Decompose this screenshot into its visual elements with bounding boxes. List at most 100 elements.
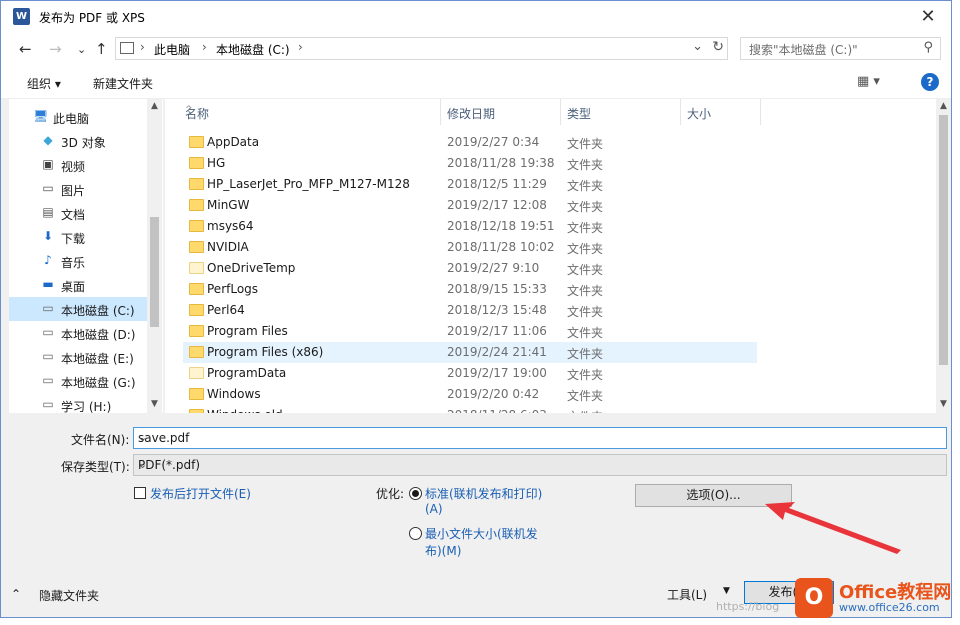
scroll-up-icon[interactable]: ▲ bbox=[147, 101, 162, 111]
file-row[interactable]: PerfLogs 2018/9/15 15:33 文件夹 bbox=[183, 279, 757, 300]
file-type: 文件夹 bbox=[567, 242, 604, 256]
back-arrow-icon[interactable]: ← bbox=[19, 40, 32, 58]
nav-scrollbar[interactable]: ▲ ▼ bbox=[147, 99, 162, 413]
new-folder-button[interactable]: 新建文件夹 bbox=[93, 75, 153, 92]
file-row[interactable]: Perl64 2018/12/3 15:48 文件夹 bbox=[183, 300, 757, 321]
close-button[interactable]: ✕ bbox=[905, 1, 951, 32]
file-list-scrollbar[interactable]: ▲ ▼ bbox=[936, 99, 951, 413]
up-arrow-icon[interactable]: ↑ bbox=[95, 40, 108, 58]
file-type: 文件夹 bbox=[567, 263, 604, 277]
view-options-icon[interactable]: ▦ ▾ bbox=[857, 74, 880, 89]
nav-item[interactable]: 🖥 此电脑 bbox=[9, 105, 149, 129]
file-name: Program Files (x86) bbox=[207, 345, 324, 359]
column-header-name[interactable]: 名称 ^ bbox=[179, 99, 441, 125]
folder-icon bbox=[189, 304, 204, 316]
breadcrumb-separator-icon[interactable]: › bbox=[298, 40, 303, 54]
drive-icon: ▭ bbox=[42, 301, 54, 315]
breadcrumb-this-pc[interactable]: 此电脑 bbox=[154, 41, 190, 58]
scroll-down-icon[interactable]: ▼ bbox=[936, 399, 951, 409]
file-row[interactable]: Windows 2019/2/20 0:42 文件夹 bbox=[183, 384, 757, 405]
column-header-type[interactable]: 类型 bbox=[561, 99, 681, 125]
file-row[interactable]: msys64 2018/12/18 19:51 文件夹 bbox=[183, 216, 757, 237]
nav-item[interactable]: ▭ 本地磁盘 (C:) bbox=[9, 297, 149, 321]
nav-item-label: 本地磁盘 (D:) bbox=[61, 328, 136, 342]
file-row[interactable]: OneDriveTemp 2019/2/27 9:10 文件夹 bbox=[183, 258, 757, 279]
file-row[interactable]: Program Files 2019/2/17 11:06 文件夹 bbox=[183, 321, 757, 342]
folder-icon bbox=[189, 241, 204, 253]
pc-icon bbox=[120, 42, 134, 54]
save-type-select[interactable]: PDF(*.pdf) ⌄ bbox=[133, 454, 947, 476]
file-type: 文件夹 bbox=[567, 368, 604, 382]
column-header-date[interactable]: 修改日期 bbox=[441, 99, 561, 125]
chevron-down-icon[interactable]: ⌄ bbox=[138, 431, 942, 444]
breadcrumb-separator-icon[interactable]: › bbox=[202, 40, 207, 54]
file-type: 文件夹 bbox=[567, 408, 603, 413]
file-row[interactable]: ProgramData 2019/2/17 19:00 文件夹 bbox=[183, 363, 757, 384]
file-type: 文件夹 bbox=[567, 221, 604, 235]
address-box[interactable]: › 此电脑 › 本地磁盘 (C:) › ⌄ ↻ bbox=[115, 37, 728, 60]
nav-item[interactable]: ◆ 3D 对象 bbox=[9, 129, 149, 153]
nav-item[interactable]: ▤ 文档 bbox=[9, 201, 149, 225]
folder-icon bbox=[189, 220, 204, 232]
nav-item[interactable]: ♪ 音乐 bbox=[9, 249, 149, 273]
command-toolbar: 组织 ▾ 新建文件夹 ▦ ▾ ? bbox=[1, 66, 951, 99]
nav-item-label: 图片 bbox=[61, 184, 86, 198]
optimize-standard-radio[interactable] bbox=[409, 487, 422, 500]
chevron-up-icon[interactable]: ⌃ bbox=[11, 587, 21, 601]
optimize-standard-label[interactable]: 标准(联机发布和打印) bbox=[425, 485, 542, 502]
open-after-publish-checkbox[interactable] bbox=[134, 487, 146, 499]
breadcrumb-drive-c[interactable]: 本地磁盘 (C:) bbox=[216, 41, 290, 58]
nav-item[interactable]: ▭ 本地磁盘 (G:) bbox=[9, 369, 149, 393]
nav-item[interactable]: ▣ 视频 bbox=[9, 153, 149, 177]
file-type: 文件夹 bbox=[567, 326, 604, 340]
cube-icon: ◆ bbox=[43, 133, 53, 147]
nav-item[interactable]: ▭ 图片 bbox=[9, 177, 149, 201]
hide-folders-button[interactable]: 隐藏文件夹 bbox=[39, 587, 99, 604]
scroll-down-icon[interactable]: ▼ bbox=[147, 399, 162, 409]
scrollbar-thumb[interactable] bbox=[939, 115, 948, 365]
tools-button[interactable]: 工具(L) bbox=[667, 586, 707, 603]
file-row[interactable]: HG 2018/11/28 19:38 文件夹 bbox=[183, 153, 757, 174]
file-name: OneDriveTemp bbox=[207, 261, 296, 275]
file-row[interactable]: HP_LaserJet_Pro_MFP_M127-M128 2018/12/5 1… bbox=[183, 174, 757, 195]
organize-button[interactable]: 组织 ▾ bbox=[27, 75, 61, 92]
optimize-standard-accesskey[interactable]: (A) bbox=[425, 502, 443, 516]
scroll-up-icon[interactable]: ▲ bbox=[936, 101, 951, 111]
address-dropdown-icon[interactable]: ⌄ bbox=[692, 39, 703, 54]
drive-icon: ▭ bbox=[42, 373, 54, 387]
file-date: 2019/2/27 9:10 bbox=[447, 261, 540, 275]
nav-item[interactable]: ▭ 本地磁盘 (D:) bbox=[9, 321, 149, 345]
file-name: HP_LaserJet_Pro_MFP_M127-M128 bbox=[207, 177, 410, 191]
filename-field[interactable]: save.pdf ⌄ bbox=[133, 427, 947, 449]
column-header-size[interactable]: 大小 bbox=[681, 99, 761, 125]
chevron-down-icon[interactable]: ⌄ bbox=[138, 458, 942, 471]
picture-icon: ▭ bbox=[42, 181, 54, 195]
nav-item[interactable]: ▭ 本地磁盘 (E:) bbox=[9, 345, 149, 369]
file-row[interactable]: Program Files (x86) 2019/2/24 21:41 文件夹 bbox=[183, 342, 757, 363]
file-row[interactable]: AppData 2019/2/27 0:34 文件夹 bbox=[183, 132, 757, 153]
search-box[interactable]: 搜索"本地磁盘 (C:)" ⚲ bbox=[740, 37, 941, 60]
scrollbar-thumb[interactable] bbox=[150, 217, 159, 327]
nav-item[interactable]: ⬇ 下载 bbox=[9, 225, 149, 249]
file-row[interactable]: MinGW 2019/2/17 12:08 文件夹 bbox=[183, 195, 757, 216]
optimize-minimum-accesskey[interactable]: 布)(M) bbox=[425, 542, 461, 559]
recent-locations-chevron-icon[interactable]: ⌄ bbox=[77, 43, 86, 56]
file-row[interactable]: Windows.old 2018/11/28 6:03 文件夹 bbox=[183, 405, 757, 413]
help-icon[interactable]: ? bbox=[921, 73, 939, 91]
file-date: 2019/2/17 11:06 bbox=[447, 324, 547, 338]
forward-arrow-icon[interactable]: → bbox=[49, 40, 62, 58]
optimize-minimum-radio[interactable] bbox=[409, 527, 422, 540]
nav-item[interactable]: ▭ 学习 (H:) bbox=[9, 393, 149, 413]
breadcrumb-separator-icon[interactable]: › bbox=[140, 40, 145, 54]
video-icon: ▣ bbox=[42, 157, 54, 171]
file-row[interactable]: NVIDIA 2018/11/28 10:02 文件夹 bbox=[183, 237, 757, 258]
file-type: 文件夹 bbox=[567, 389, 604, 403]
file-type: 文件夹 bbox=[567, 158, 604, 172]
tools-dropdown-icon[interactable]: ▼ bbox=[723, 586, 730, 596]
nav-item-label: 音乐 bbox=[61, 256, 86, 270]
refresh-icon[interactable]: ↻ bbox=[712, 39, 724, 55]
nav-item[interactable]: ▬ 桌面 bbox=[9, 273, 149, 297]
file-date: 2018/11/28 10:02 bbox=[447, 240, 555, 254]
optimize-minimum-label[interactable]: 最小文件大小(联机发 bbox=[425, 525, 538, 542]
open-after-publish-label[interactable]: 发布后打开文件(E) bbox=[150, 485, 251, 502]
